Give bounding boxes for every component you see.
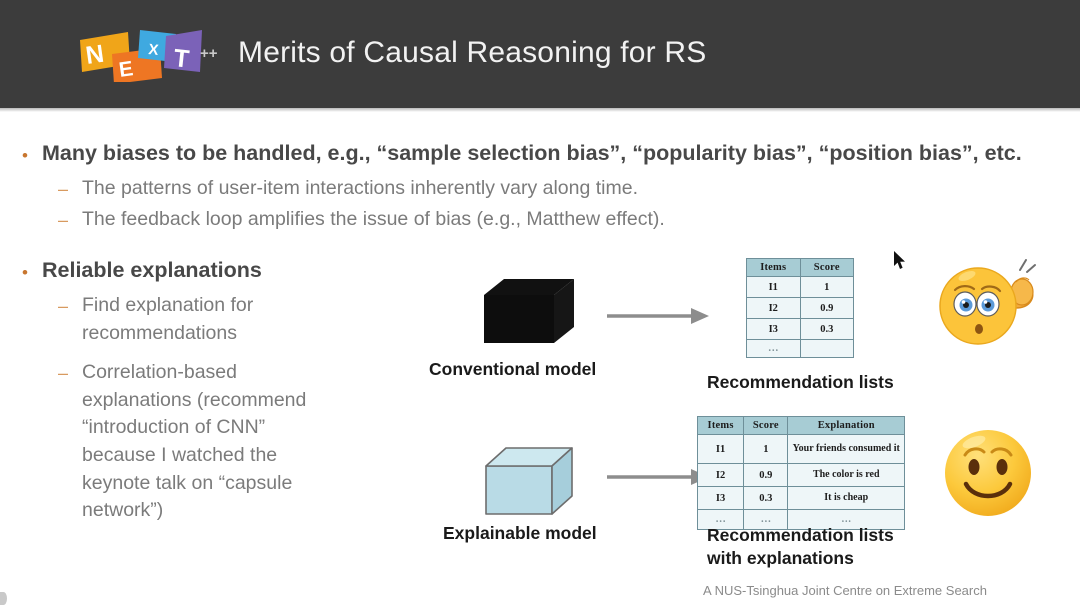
sub-bullet-text-1-2: The feedback loop amplifies the issue of… <box>82 208 665 230</box>
sub-bullet-marker: – <box>58 363 69 383</box>
sub-bullet-2-1: – Find explanation for recommendations <box>58 292 308 347</box>
cell-item: I2 <box>696 463 745 487</box>
cell-explanation: It is cheap <box>787 486 905 510</box>
cell-score <box>799 339 854 358</box>
bullet-item-1: • Many biases to be handled, e.g., “samp… <box>22 140 1022 168</box>
recommendation-lists-caption: Recommendation lists <box>707 372 894 392</box>
cell-explanation: Your friends consumed it <box>787 434 905 464</box>
cell-score: 1 <box>799 276 854 298</box>
bullet-marker: • <box>22 263 28 282</box>
table-header-explanation: Explanation <box>787 416 905 435</box>
cell-score: 1 <box>743 434 789 464</box>
sub-bullet-marker: – <box>58 296 69 316</box>
recommendation-lists-explanations-caption-line1: Recommendation lists <box>707 525 894 545</box>
table-header-items: Items <box>746 258 801 277</box>
sub-bullet-text-2-2: Correlation-based explanations (recommen… <box>82 361 307 522</box>
bullet-text-2: Reliable explanations <box>42 258 262 282</box>
sub-bullet-text-1-1: The patterns of user-item interactions i… <box>82 177 639 199</box>
page-title: Merits of Causal Reasoning for RS <box>238 36 707 69</box>
table-header-row: Items Score Explanation <box>696 416 905 435</box>
explainable-model-box <box>485 447 573 515</box>
table-row: I2 0.9 <box>746 297 854 319</box>
cell-score: 0.9 <box>743 463 789 487</box>
cell-score: 0.3 <box>743 486 789 510</box>
sub-bullet-marker: – <box>58 210 69 230</box>
table-row: I1 1 Your friends consumed it <box>696 434 905 464</box>
table-header-score: Score <box>743 416 789 435</box>
sub-bullet-2-2: – Correlation-based explanations (recomm… <box>58 359 358 525</box>
cell-item: I3 <box>746 318 801 340</box>
table-row: I1 1 <box>746 276 854 298</box>
bullet-text-1: Many biases to be handled, e.g., “sample… <box>42 141 1022 165</box>
cell-item: I3 <box>696 486 745 510</box>
conventional-model-box <box>484 279 574 343</box>
sub-bullet-1-1: – The patterns of user-item interactions… <box>58 175 638 203</box>
table-row: … <box>746 339 854 358</box>
svg-text:X: X <box>148 41 160 59</box>
sub-bullet-1-2: – The feedback loop amplifies the issue … <box>58 206 665 234</box>
footer-note: A NUS-Tsinghua Joint Centre on Extreme S… <box>703 583 987 598</box>
slide-header: N E X T ++ Merits of Causal Reasoning fo… <box>0 0 1080 108</box>
smiling-face-icon <box>945 430 1031 516</box>
cell-item: … <box>746 339 801 358</box>
bullet-marker: • <box>22 146 28 165</box>
table-header-row: Items Score <box>746 258 854 277</box>
sub-bullet-marker: – <box>58 179 69 199</box>
cell-score: 0.3 <box>799 318 854 340</box>
explainable-model-caption: Explainable model <box>443 523 597 543</box>
svg-text:T: T <box>172 44 190 73</box>
cell-item: I1 <box>746 276 801 298</box>
slide-body: • Many biases to be handled, e.g., “samp… <box>0 112 1080 613</box>
cell-item: I2 <box>746 297 801 319</box>
corner-marker <box>0 592 7 605</box>
table-row: I2 0.9 The color is red <box>696 463 905 487</box>
table-header-items: Items <box>696 416 745 435</box>
sub-bullet-text-2-1: Find explanation for recommendations <box>82 294 254 344</box>
recommendation-lists-explanations-caption-line2: with explanations <box>707 548 854 568</box>
table-row: I3 0.3 <box>746 318 854 340</box>
confused-face-scratching-head-icon <box>939 259 1036 345</box>
bullet-item-2: • Reliable explanations <box>22 257 262 285</box>
svg-text:++: ++ <box>200 45 218 62</box>
recommendation-table-simple: Items Score I1 1 I2 0.9 I3 0.3 … <box>746 258 854 358</box>
cell-score: 0.9 <box>799 297 854 319</box>
arrow-right-icon-top <box>607 308 709 324</box>
mouse-cursor-icon <box>894 251 905 269</box>
table-row: I3 0.3 It is cheap <box>696 486 905 510</box>
conventional-model-caption: Conventional model <box>429 359 597 379</box>
recommendation-table-with-explanations: Items Score Explanation I1 1 Your friend… <box>696 416 905 530</box>
svg-text:N: N <box>84 40 106 70</box>
table-header-score: Score <box>799 258 854 277</box>
cell-item: I1 <box>696 434 745 464</box>
next-plus-plus-logo: N E X T ++ <box>78 28 218 82</box>
cell-explanation: The color is red <box>787 463 905 487</box>
